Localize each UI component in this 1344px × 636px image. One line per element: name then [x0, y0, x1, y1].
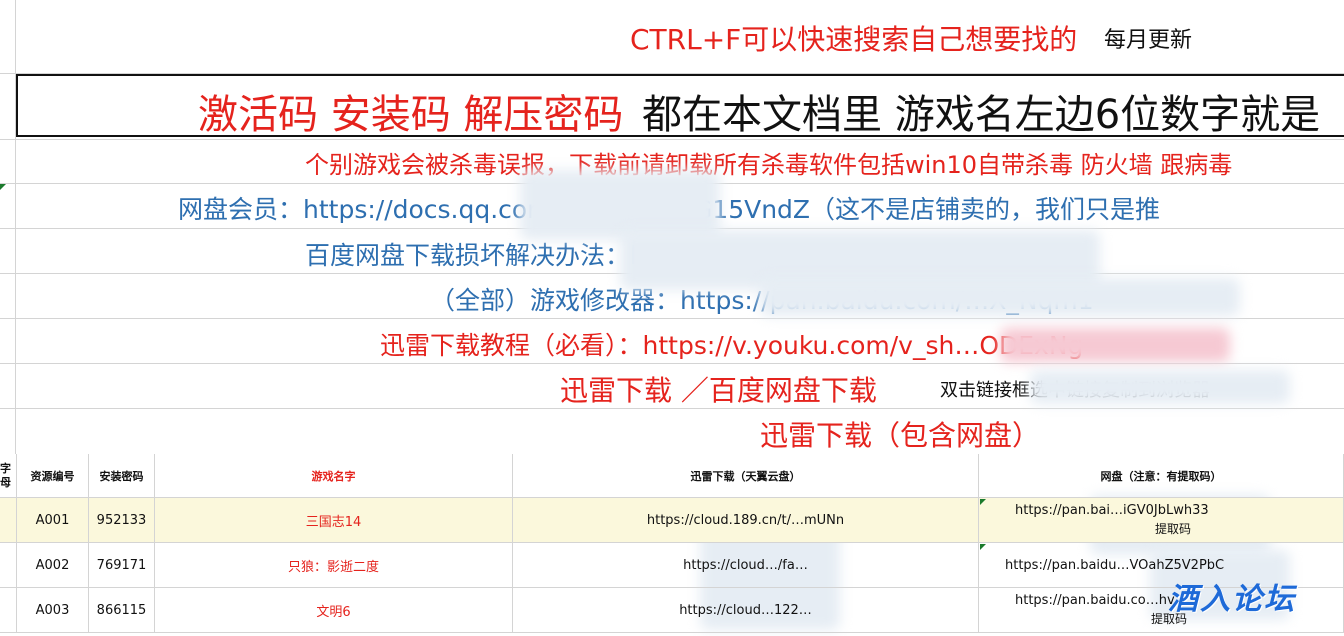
netdisk-link-cell[interactable]: https://pan.bai…iGV0JbLwh33 提取码 — [979, 498, 1344, 543]
ctrl-f-hint: CTRL+F可以快速搜索自己想要找的 — [630, 23, 1078, 56]
xunlei-link-cell[interactable]: https://cloud…/fa… — [513, 543, 979, 588]
game-name-cell[interactable]: 三国志14 — [155, 498, 513, 543]
grid-line — [0, 139, 1344, 140]
activation-code-banner[interactable]: 激活码 安装码 解压密码 都在本文档里 游戏名左边6位数字就是 — [16, 74, 1344, 137]
comment-indicator — [980, 499, 986, 505]
download-method-label: 迅雷下载 ／百度网盘下载 — [560, 374, 877, 407]
include-netdisk-row: 迅雷下载（包含网盘） — [0, 408, 1344, 454]
redaction-blur — [1030, 370, 1290, 404]
install-password-cell[interactable]: 952133 — [89, 498, 155, 543]
comment-indicator — [980, 544, 986, 550]
antivirus-notice[interactable]: 个别游戏会被杀毒误报，下载前请卸载所有杀毒软件包括win10自带杀毒 防火墙 跟… — [305, 145, 1232, 180]
resource-id-cell[interactable]: A001 — [17, 498, 89, 543]
letter-cell[interactable] — [0, 498, 17, 543]
netdisk-link: https://pan.baidu.co…hv — [1015, 593, 1175, 608]
header-letter: 字母 — [0, 454, 17, 498]
banner-red-text: 激活码 安装码 解压密码 — [198, 92, 624, 137]
extract-code-label: 提取码 — [1155, 522, 1192, 536]
header-netdisk: 网盘（注意：有提取码） — [979, 454, 1344, 498]
redaction-blur — [1000, 328, 1230, 362]
banner-black-text: 都在本文档里 游戏名左边6位数字就是 — [642, 92, 1321, 137]
monthly-update-label: 每月更新 — [1104, 28, 1193, 53]
include-netdisk-label: 迅雷下载（包含网盘） — [760, 419, 1041, 452]
header-row: CTRL+F可以快速搜索自己想要找的 每月更新 — [0, 0, 1344, 73]
extract-code-label: 提取码 — [1151, 612, 1188, 626]
letter-cell[interactable] — [0, 588, 17, 633]
xunlei-link-cell[interactable]: https://cloud…122… — [513, 588, 979, 633]
resource-id-cell[interactable]: A003 — [17, 588, 89, 633]
game-resource-table: 字母 资源编号 安装密码 游戏名字 迅雷下载（天翼云盘） 网盘（注意：有提取码）… — [0, 454, 1344, 636]
grid-line — [0, 318, 1344, 319]
install-password-cell[interactable]: 866115 — [89, 588, 155, 633]
header-install-password: 安装密码 — [89, 454, 155, 498]
netdisk-link: https://pan.bai…iGV0JbLwh33 — [1015, 503, 1209, 518]
header-game-name: 游戏名字 — [155, 454, 513, 498]
comment-indicator — [0, 184, 6, 190]
letter-cell[interactable] — [0, 543, 17, 588]
game-name-cell[interactable]: 文明6 — [155, 588, 513, 633]
header-xunlei-download: 迅雷下载（天翼云盘） — [513, 454, 979, 498]
header-resource-id: 资源编号 — [17, 454, 89, 498]
xunlei-tutorial-link[interactable]: 迅雷下载教程（必看）：https://v.youku.com/v_sh…ODEx… — [380, 326, 1083, 362]
resource-id-cell[interactable]: A002 — [17, 543, 89, 588]
game-name-cell[interactable]: 只狼：影逝二度 — [155, 543, 513, 588]
install-password-cell[interactable]: 769171 — [89, 543, 155, 588]
redaction-blur — [760, 278, 1240, 316]
forum-watermark: 酒入论坛 — [1168, 582, 1296, 617]
xunlei-link-cell[interactable]: https://cloud.189.cn/t/…mUNn — [513, 498, 979, 543]
